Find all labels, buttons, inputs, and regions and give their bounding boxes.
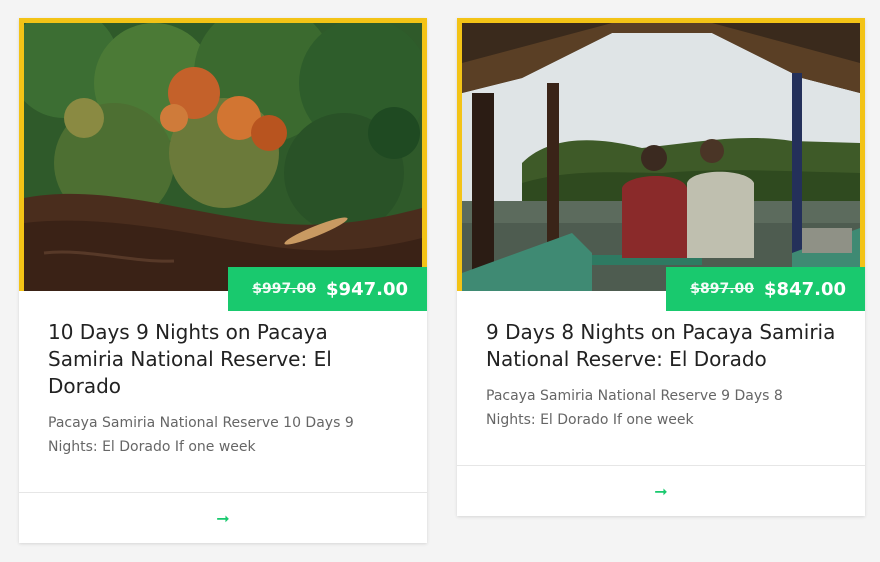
boat-river-image (462, 23, 860, 291)
old-price: $897.00 (690, 281, 755, 297)
old-price: $997.00 (252, 281, 317, 297)
arrow-right-icon[interactable]: ➞ (654, 482, 667, 501)
tour-title[interactable]: 10 Days 9 Nights on Pacaya Samiria Natio… (48, 319, 398, 400)
arrow-right-icon[interactable]: ➞ (216, 509, 229, 528)
tour-card[interactable]: $897.00 $847.00 9 Days 8 Nights on Pacay… (457, 18, 865, 516)
tour-description: Pacaya Samiria National Reserve 10 Days … (48, 415, 354, 455)
tour-title[interactable]: 9 Days 8 Nights on Pacaya Samiria Nation… (486, 319, 836, 373)
price-tag: $897.00 $847.00 (666, 267, 865, 311)
price-tag: $997.00 $947.00 (228, 267, 427, 311)
tour-description: Pacaya Samiria National Reserve 9 Days 8… (486, 388, 783, 428)
jungle-aerial-image (24, 23, 422, 291)
card-footer: ➞ (19, 492, 427, 543)
sale-price: $847.00 (764, 278, 846, 300)
card-footer: ➞ (457, 465, 865, 516)
tour-card[interactable]: $997.00 $947.00 10 Days 9 Nights on Paca… (19, 18, 427, 543)
sale-price: $947.00 (326, 278, 408, 300)
tour-image[interactable] (19, 18, 427, 291)
tour-image[interactable] (457, 18, 865, 291)
